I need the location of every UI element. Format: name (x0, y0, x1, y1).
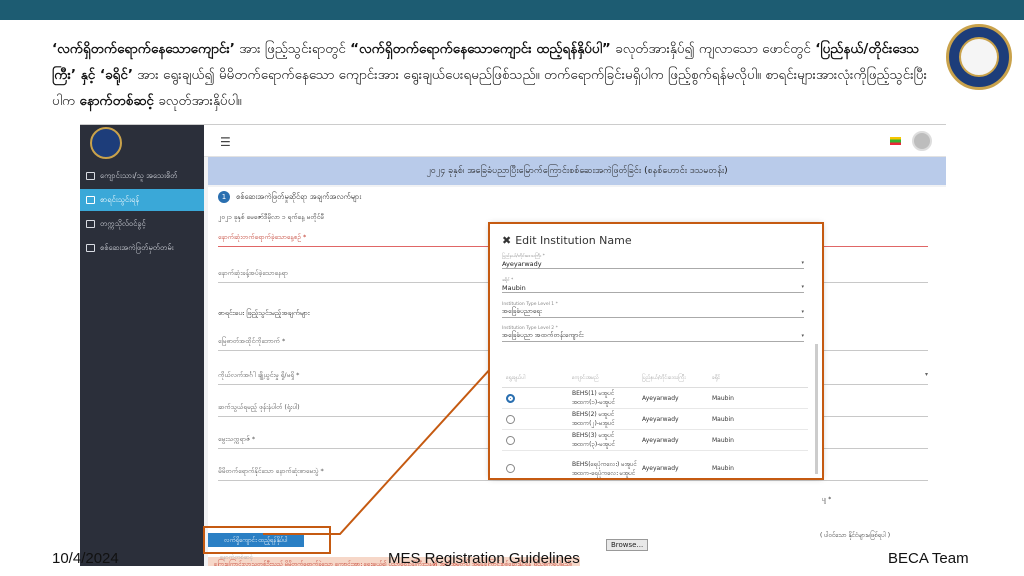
footer-title: MES Registration Guidelines (388, 550, 580, 567)
step-number: 1 (218, 191, 230, 203)
country-note: ( ပါဝင်သော နိုင်ငံများမဖြစ်ရပါ ) (820, 532, 891, 539)
exam-title-banner: ၂၀၂၄ ခုနှစ်၊ အခြေခံပညာပြီးမြောက်ကြောင်းစ… (208, 157, 946, 185)
slide-top-bar (0, 0, 1024, 20)
notebook-icon (86, 172, 95, 180)
step-subtitle: ၂၀၂၁ ခုနှစ် မေဇော်ဒီမိုလာ ၁ ရက်နေ့ မတိုင… (218, 213, 324, 221)
instruction-text: ‘လက်ရှိတက်ရောက်နေသောကျောင်း’ အား ဖြည့်သွ… (52, 41, 928, 109)
add-school-highlight (203, 526, 331, 554)
hamburger-menu-icon[interactable]: ☰ (220, 135, 231, 149)
list-icon (86, 196, 95, 204)
sidebar-item-registration[interactable]: စာရင်းသွင်းရန် (80, 189, 204, 211)
beca-logo (946, 24, 1012, 90)
sidebar-item-assessment-records[interactable]: စစ်ဆေးအကဲဖြတ်မှတ်တမ်း (80, 237, 204, 259)
section-heading: စာရင်းပေး ဖြည့်သွင်းမည့်အချက်များ (218, 309, 310, 317)
footer-team: BECA Team (888, 550, 969, 567)
next-step-button[interactable]: နောက်တစ်ဆင့် (220, 553, 253, 562)
sidebar-item-university-entrance[interactable]: တက္ကသိုလ်ဝင်ခွင့် (80, 213, 204, 235)
sidebar-item-student-details[interactable]: ကျောင်းသား/သူ အသေးစိတ် (80, 165, 204, 187)
list-icon (86, 244, 95, 252)
required-note: ပျ * (822, 496, 832, 503)
myanmar-flag-icon[interactable] (890, 137, 901, 145)
sidebar: ကျောင်းသား/သူ အသေးစိတ် စာရင်းသွင်းရန် တက… (80, 125, 204, 566)
browse-button[interactable]: Browse... (606, 539, 649, 551)
step-title: စစ်ဆေးအကဲဖြတ်မှုဆိုင်ရာ အချက်အလက်များ (236, 191, 362, 201)
chevron-down-icon: ▾ (924, 371, 928, 378)
modal-highlight (488, 222, 824, 480)
footer-date: 10/4/2024 (52, 550, 119, 567)
step-header: 1 စစ်ဆေးအကဲဖြတ်မှုဆိုင်ရာ အချက်အလက်များ (218, 191, 361, 203)
app-header: ☰ (204, 125, 946, 157)
list-icon (86, 220, 95, 228)
ministry-logo (90, 127, 122, 159)
avatar[interactable] (912, 131, 932, 151)
